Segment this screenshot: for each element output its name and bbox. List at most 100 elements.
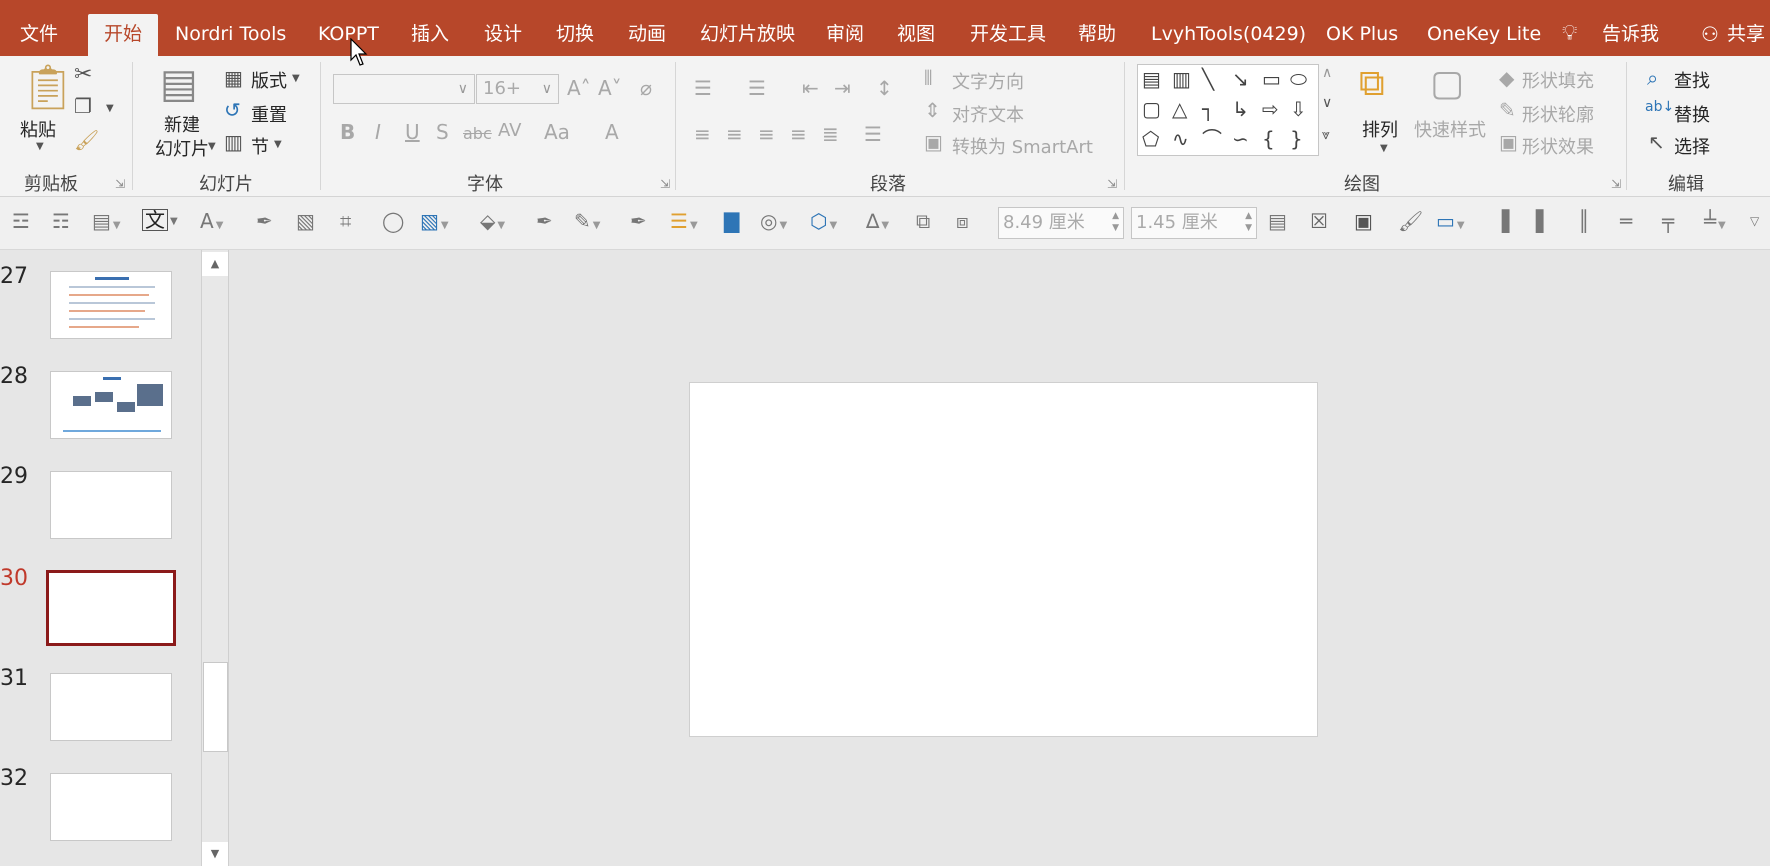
quick-styles-button[interactable]: 快速样式 (1414, 116, 1486, 142)
copy-dropdown-icon[interactable]: ▼ (106, 104, 114, 114)
section-icon[interactable]: ▥ (224, 132, 243, 152)
align-text-icon[interactable]: ⇕ (924, 100, 941, 120)
slide-thumbnail-32[interactable] (50, 773, 172, 841)
edit-shape-icon[interactable]: ⬡ ▼ (810, 211, 837, 231)
elbow-arrow-shape-icon[interactable]: ↳ (1232, 99, 1249, 119)
paint-bucket-icon[interactable]: ⬙ ▼ (480, 211, 505, 231)
circle-icon[interactable]: ◯ (382, 211, 404, 231)
align-right-objects-icon[interactable]: ▌ (1536, 211, 1551, 231)
tab-nordri-tools[interactable]: Nordri Tools (175, 0, 286, 56)
find-icon[interactable]: ⌕ (1647, 68, 1658, 88)
freeform-shape-icon[interactable]: ⬠ (1142, 129, 1159, 149)
underline-button[interactable]: U (405, 122, 420, 142)
smartart-icon[interactable]: ▣ (924, 132, 943, 152)
tell-me-search[interactable]: 告诉我 (1602, 0, 1659, 56)
textbox-shape-icon[interactable]: ▤ (1142, 69, 1161, 89)
line-spacing-icon[interactable]: ↕ (876, 78, 893, 98)
down-arrow-shape-icon[interactable]: ⇩ (1290, 99, 1307, 119)
distribute-vertical-icon[interactable]: ☲ (12, 211, 30, 231)
shape-width-input[interactable]: 8.49 厘米 ▲ ▼ (998, 207, 1124, 239)
select-icon[interactable]: ↖ (1648, 132, 1665, 152)
align-bottom-objects-icon[interactable]: ╧ ▼ (1704, 211, 1726, 231)
find-button[interactable]: 查找 (1674, 67, 1710, 93)
justify-icon[interactable]: ≡ (790, 124, 807, 144)
copy-icon[interactable]: ❐ (74, 96, 92, 116)
strikethrough-button[interactable]: abc (463, 126, 492, 142)
layout-button[interactable]: 版式 (251, 67, 287, 93)
clipboard-launcher-icon[interactable]: ⇲ (115, 177, 125, 191)
slide-thumbnail-31[interactable] (50, 673, 172, 741)
tab-developer[interactable]: 开发工具 (970, 0, 1046, 56)
layout-dropdown-icon[interactable]: ▼ (292, 74, 300, 84)
text-direction-button[interactable]: 文字方向 (952, 68, 1024, 94)
rounded-rectangle-shape-icon[interactable]: ▢ (1142, 99, 1161, 119)
character-spacing-button[interactable]: AV (498, 122, 521, 140)
tab-transitions[interactable]: 切换 (556, 0, 594, 56)
reset-icon[interactable]: ↺ (224, 100, 241, 120)
line-shape-icon[interactable]: ╲ (1202, 69, 1214, 89)
crop-icon[interactable]: ⌗ (340, 211, 351, 231)
shape-effects-icon[interactable]: ▣ (1499, 132, 1518, 152)
numbering-icon[interactable]: ☰ (748, 78, 766, 98)
align-top-objects-icon[interactable]: ╤ (1662, 211, 1674, 231)
format-painter-icon[interactable]: 🖌︎ (74, 130, 99, 150)
convert-smartart-button[interactable]: 转换为 SmartArt (952, 133, 1093, 159)
chart-icon[interactable]: ▇ (724, 211, 739, 231)
tab-animations[interactable]: 动画 (628, 0, 666, 56)
tab-slideshow[interactable]: 幻灯片放映 (700, 0, 795, 56)
increase-font-icon[interactable]: A˄ (567, 78, 591, 98)
new-slide-dropdown-icon[interactable]: ▼ (208, 142, 216, 152)
toolbar-overflow-icon[interactable]: ▽ (1750, 215, 1759, 227)
text-icon[interactable]: 文 (142, 209, 168, 231)
gallery-more-icon[interactable]: ⩔ (1322, 128, 1330, 142)
tab-insert[interactable]: 插入 (411, 0, 449, 56)
italic-button[interactable]: I (375, 122, 381, 142)
font-name-combo[interactable]: ∨ (333, 74, 475, 104)
font-a-icon[interactable]: A ▼ (200, 211, 223, 231)
shape-height-input[interactable]: 1.45 厘米 ▲ ▼ (1131, 207, 1257, 239)
tab-view[interactable]: 视图 (897, 0, 935, 56)
tab-onekey-lite[interactable]: OneKey Lite (1427, 0, 1541, 56)
bullets-icon[interactable]: ☰ (694, 78, 712, 98)
decrease-indent-icon[interactable]: ⇤ (802, 78, 819, 98)
eyedropper-line-icon[interactable]: ✒ (630, 211, 647, 231)
distribute-horizontal-icon[interactable]: ☶ (52, 211, 70, 231)
increase-indent-icon[interactable]: ⇥ (834, 78, 851, 98)
right-brace-shape-icon[interactable]: } (1290, 129, 1303, 149)
align-left-icon[interactable]: ≡ (694, 124, 711, 144)
text-dropdown-icon[interactable]: ▼ (170, 217, 178, 227)
scribble-shape-icon[interactable]: ∿ (1172, 129, 1189, 149)
cut-icon[interactable]: ✂ (74, 64, 92, 86)
paste-dropdown-icon[interactable]: ▼ (36, 142, 44, 152)
shape-outline-icon[interactable]: ✎ (1499, 100, 1516, 120)
triangle-shape-icon[interactable]: △ (1172, 99, 1187, 119)
decrease-font-icon[interactable]: A˅ (598, 78, 622, 98)
font-color-button[interactable]: A (605, 122, 619, 142)
arrange-dropdown-icon[interactable]: ▼ (1380, 144, 1388, 154)
align-left-objects-icon[interactable]: ▐ (1494, 211, 1509, 231)
change-case-button[interactable]: Aa (544, 122, 570, 142)
eyedropper-fill-icon[interactable]: ✒ (536, 211, 553, 231)
slide-thumbnail-29[interactable] (50, 471, 172, 539)
textbox-frame-icon[interactable]: ▤ (1268, 211, 1287, 231)
align-center-objects-icon[interactable]: ║ (1578, 211, 1590, 231)
shape-outline-button[interactable]: 形状轮廓 (1522, 101, 1594, 127)
clear-formatting-icon[interactable]: ⌀ (640, 78, 652, 98)
align-right-icon[interactable]: ≡ (758, 124, 775, 144)
bold-button[interactable]: B (340, 122, 355, 142)
merge-shapes-icon[interactable]: ◎ ▼ (760, 211, 787, 231)
align-objects-icon[interactable]: ☰ ▼ (670, 211, 698, 231)
tab-lvyhtools[interactable]: LvyhTools(0429) (1151, 0, 1306, 56)
paste-button-label[interactable]: 粘贴 (20, 116, 56, 142)
section-dropdown-icon[interactable]: ▼ (274, 140, 282, 150)
shadow-button[interactable]: S (436, 122, 449, 142)
rotate-icon[interactable]: ∆ ▼ (866, 211, 889, 231)
paste-icon[interactable]: 📋︎ (20, 66, 76, 110)
distributed-icon[interactable]: ≣ (822, 124, 839, 144)
scroll-down-icon[interactable]: ▼ (202, 842, 228, 866)
arrange-icon[interactable]: ⧉ (1359, 66, 1385, 102)
slide-thumbnail-28[interactable] (50, 371, 172, 439)
new-slide-icon[interactable]: ▤ (160, 64, 198, 104)
tab-review[interactable]: 审阅 (826, 0, 864, 56)
tab-help[interactable]: 帮助 (1078, 0, 1116, 56)
